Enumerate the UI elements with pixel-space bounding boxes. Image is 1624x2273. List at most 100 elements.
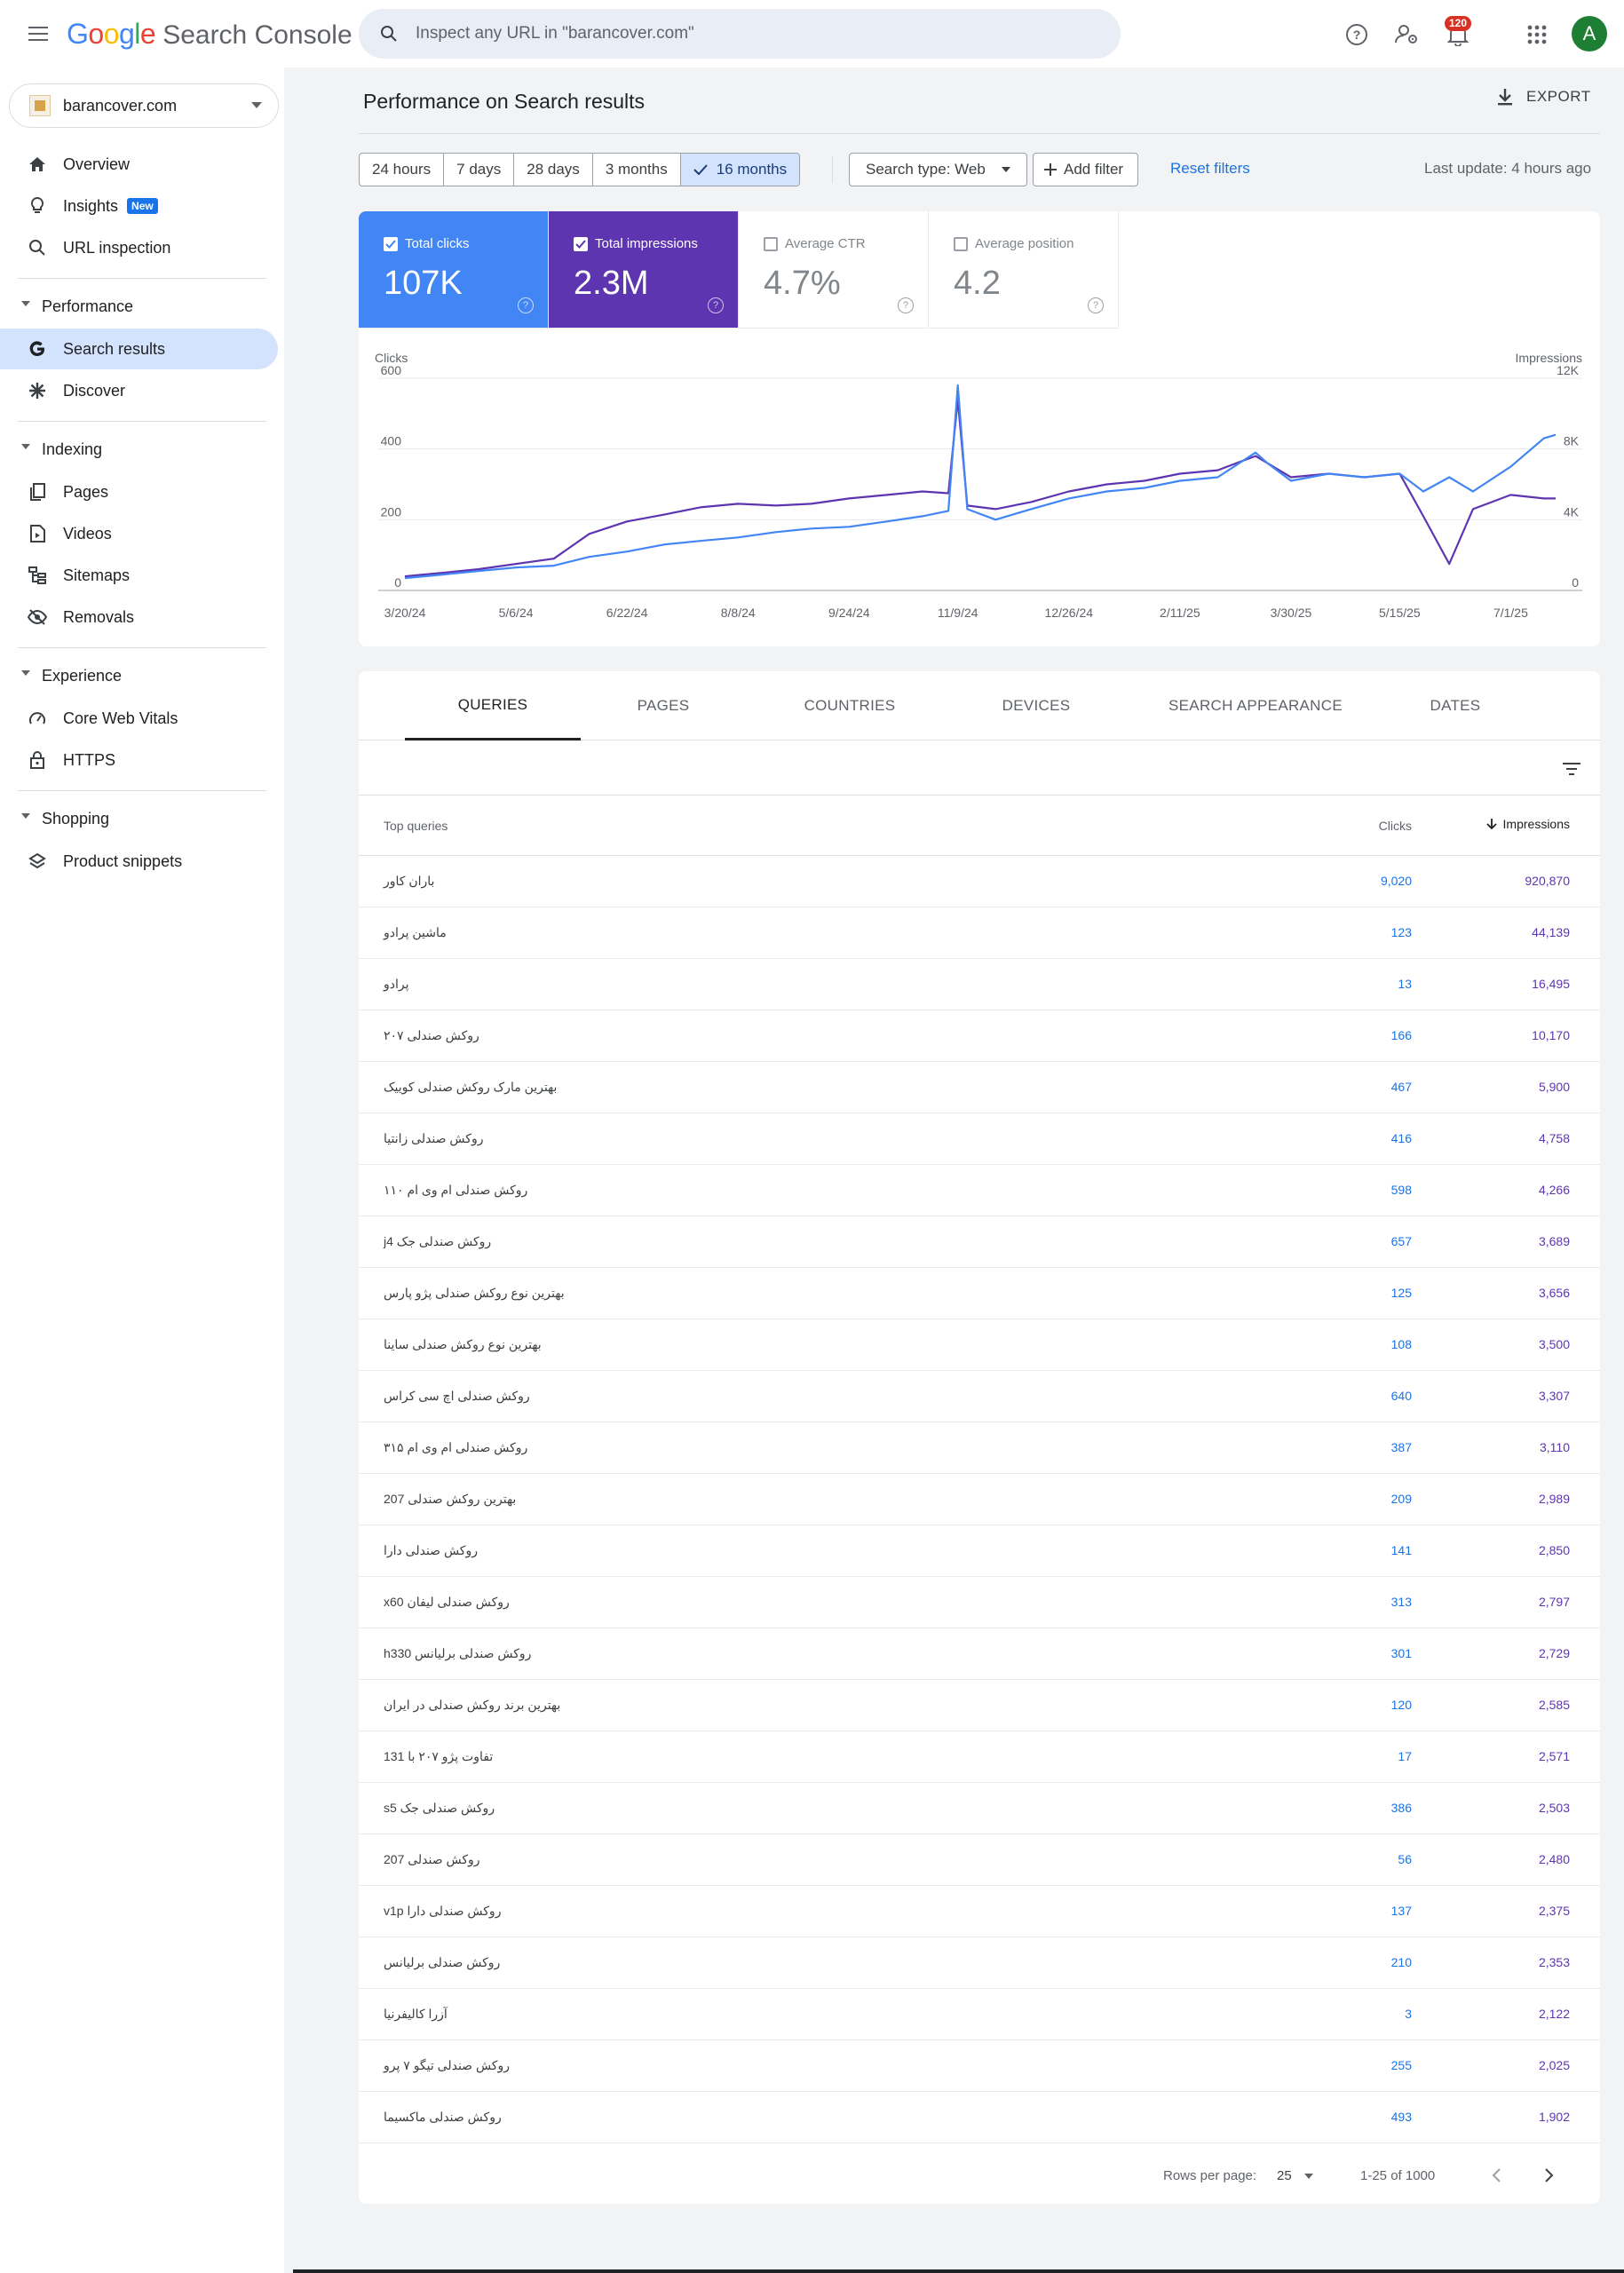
table-row[interactable]: باران کاور 9,020 920,870 (359, 856, 1600, 907)
y-axis-label-left: Clicks (375, 351, 408, 365)
date-range-16-months[interactable]: 16 months (680, 154, 800, 186)
table-row[interactable]: روکش صندلی جک j4 657 3,689 (359, 1216, 1600, 1268)
clicks-cell: 386 (1390, 1801, 1412, 1815)
tab-dates[interactable]: DATES (1389, 671, 1522, 741)
date-range-28-days[interactable]: 28 days (514, 154, 593, 186)
metric-average-ctr[interactable]: Average CTR 4.7% ? (739, 211, 929, 329)
table-row[interactable]: روکش صندلی ام وی ام ۳۱۵ 387 3,110 (359, 1422, 1600, 1474)
main-menu-button[interactable] (23, 21, 53, 46)
table-row[interactable]: بهترین روکش صندلی 207 209 2,989 (359, 1474, 1600, 1525)
impressions-cell: 5,900 (1538, 1080, 1570, 1094)
table-row[interactable]: روکش صندلی جک s5 386 2,503 (359, 1783, 1600, 1834)
table-row[interactable]: روکش صندلی 207 56 2,480 (359, 1834, 1600, 1886)
reset-filters-link[interactable]: Reset filters (1170, 160, 1250, 178)
metric-average-position[interactable]: Average position 4.2 ? (929, 211, 1119, 329)
add-filter-button[interactable]: Add filter (1033, 153, 1139, 186)
impressions-cell: 2,585 (1538, 1698, 1570, 1712)
tab-devices[interactable]: DEVICES (963, 671, 1110, 741)
caret-down-icon (21, 813, 30, 819)
checkbox-unchecked[interactable] (764, 236, 778, 251)
sidebar-item-videos[interactable]: Videos (0, 513, 278, 554)
column-header-impressions[interactable]: Impressions (1485, 817, 1570, 831)
performance-line-chart[interactable]: 0 0 200 4K 400 8K 600 12K Clicks Impressions 3/20/… (359, 345, 1600, 638)
sidebar-item-sitemaps[interactable]: Sitemaps (0, 555, 278, 596)
help-icon[interactable]: ? (518, 297, 534, 313)
divider (832, 156, 833, 183)
tab-countries[interactable]: COUNTRIES (776, 671, 923, 741)
url-inspect-input[interactable] (416, 24, 1090, 44)
help-icon[interactable]: ? (1088, 297, 1104, 313)
sidebar-item-product-snippets[interactable]: Product snippets (0, 841, 278, 882)
section-indexing-toggle[interactable]: Indexing (0, 432, 278, 467)
table-row[interactable]: روکش صندلی دارا v1p 137 2,375 (359, 1886, 1600, 1937)
table-row[interactable]: روکش صندلی تیگو ۷ پرو 255 2,025 (359, 2040, 1600, 2092)
logo-letter: o (88, 18, 104, 50)
pagination: Rows per page: 25 1-25 of 1000 (359, 2149, 1600, 2204)
search-console-logo[interactable]: Google Search Console (67, 18, 353, 51)
tab-search-appearance[interactable]: SEARCH APPEARANCE (1149, 671, 1362, 741)
table-row[interactable]: روکش صندلی لیفان x60 313 2,797 (359, 1577, 1600, 1628)
help-icon[interactable]: ? (898, 297, 914, 313)
checkbox-checked[interactable] (384, 236, 398, 251)
table-row[interactable]: روکش صندلی اچ سی کراس 640 3,307 (359, 1371, 1600, 1422)
table-row[interactable]: روکش صندلی زانتیا 416 4,758 (359, 1113, 1600, 1165)
google-apps-button[interactable] (1520, 18, 1554, 51)
table-row[interactable]: پرادو 13 16,495 (359, 959, 1600, 1010)
chevron-right-icon[interactable] (1538, 2165, 1559, 2186)
tab-pages[interactable]: PAGES (590, 671, 737, 741)
filter-list-icon[interactable] (1559, 756, 1584, 781)
sidebar-item-overview[interactable]: Overview (0, 144, 278, 185)
table-row[interactable]: روکش صندلی دارا 141 2,850 (359, 1525, 1600, 1577)
property-selector[interactable]: barancover.com (9, 83, 279, 128)
sidebar-item-removals[interactable]: Removals (0, 597, 278, 638)
impressions-cell: 10,170 (1532, 1028, 1570, 1042)
section-experience-toggle[interactable]: Experience (0, 658, 278, 693)
column-header-query[interactable]: Top queries (384, 819, 448, 833)
table-row[interactable]: روکش صندلی برلیانس 210 2,353 (359, 1937, 1600, 1989)
metric-total-clicks[interactable]: Total clicks 107K ? (359, 211, 549, 329)
date-range-3-months[interactable]: 3 months (593, 154, 681, 186)
tab-queries[interactable]: QUERIES (405, 671, 581, 741)
table-row[interactable]: روکش صندلی برلیانس h330 301 2,729 (359, 1628, 1600, 1680)
table-row[interactable]: روکش صندلی ماکسیما 493 1,902 (359, 2092, 1600, 2143)
sidebar-item-pages[interactable]: Pages (0, 471, 278, 512)
checkbox-unchecked[interactable] (954, 236, 968, 251)
url-inspection-search[interactable] (359, 9, 1121, 59)
column-header-clicks[interactable]: Clicks (1379, 819, 1412, 833)
export-button[interactable]: EXPORT (1496, 87, 1591, 107)
rows-per-page-select[interactable]: 25 (1277, 2168, 1313, 2183)
table-row[interactable]: ماشین پرادو 123 44,139 (359, 907, 1600, 959)
section-performance-toggle[interactable]: Performance (0, 289, 278, 324)
search-type-dropdown[interactable]: Search type: Web (849, 153, 1027, 186)
sidebar-item-https[interactable]: HTTPS (0, 740, 278, 780)
sidebar-item-url-inspection[interactable]: URL inspection (0, 227, 278, 268)
sidebar-item-core-web-vitals[interactable]: Core Web Vitals (0, 698, 278, 739)
sidebar-item-search-results[interactable]: Search results (0, 329, 278, 369)
user-settings-button[interactable] (1390, 18, 1424, 51)
table-row[interactable]: روکش صندلی ۲۰۷ 166 10,170 (359, 1010, 1600, 1062)
help-button[interactable]: ? (1340, 18, 1374, 51)
sidebar-item-label: Videos (63, 524, 112, 543)
table-row[interactable]: تفاوت پژو ۲۰۷ با 131 17 2,571 (359, 1731, 1600, 1783)
sidebar-item-discover[interactable]: Discover (0, 370, 278, 411)
logo-letter: e (139, 18, 156, 50)
clicks-cell: 313 (1390, 1595, 1412, 1609)
section-shopping-toggle[interactable]: Shopping (0, 801, 278, 836)
chevron-left-icon[interactable] (1486, 2165, 1508, 2186)
help-icon[interactable]: ? (708, 297, 724, 313)
search-type-label: Search type: Web (866, 161, 986, 178)
sidebar-item-insights[interactable]: Insights New (0, 186, 278, 226)
table-row[interactable]: بهترین نوع روکش صندلی ساینا 108 3,500 (359, 1319, 1600, 1371)
table-row[interactable]: بهترین مارک روکش صندلی کوییک 467 5,900 (359, 1062, 1600, 1113)
checkbox-checked[interactable] (574, 236, 588, 251)
x-tick-label: 5/15/25 (1379, 606, 1421, 620)
table-row[interactable]: روکش صندلی ام وی ام ۱۱۰ 598 4,266 (359, 1165, 1600, 1216)
logo-letter: l (134, 18, 140, 50)
account-avatar[interactable]: A (1572, 16, 1607, 51)
table-row[interactable]: بهترین نوع روکش صندلی پژو پارس 125 3,656 (359, 1268, 1600, 1319)
table-row[interactable]: بهترین برند روکش صندلی در ایران 120 2,585 (359, 1680, 1600, 1731)
table-row[interactable]: آزرا کالیفرنیا 3 2,122 (359, 1989, 1600, 2040)
date-range-24-hours[interactable]: 24 hours (360, 154, 445, 186)
metric-total-impressions[interactable]: Total impressions 2.3M ? (549, 211, 739, 329)
date-range-7-days[interactable]: 7 days (444, 154, 515, 186)
